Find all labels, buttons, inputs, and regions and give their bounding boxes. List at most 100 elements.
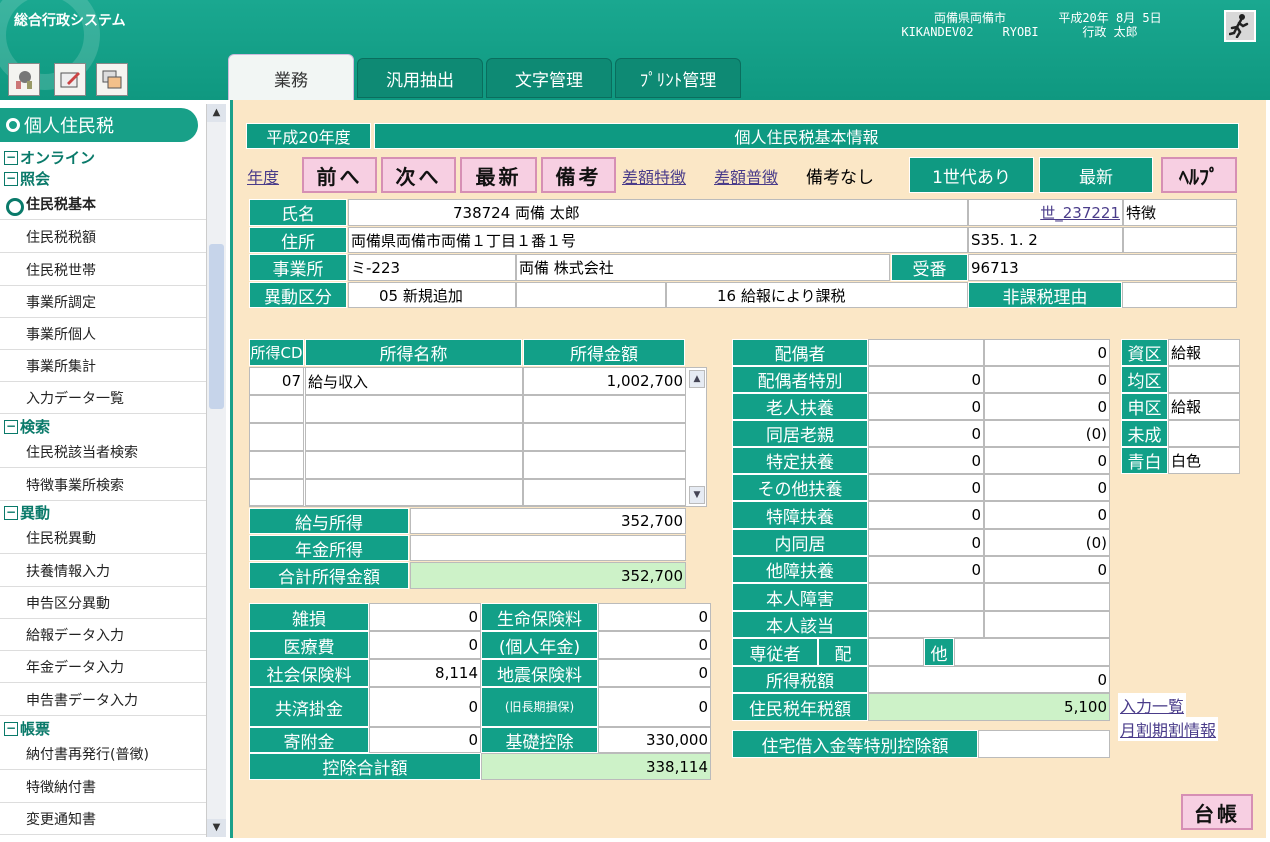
latest-button[interactable]: 最新 xyxy=(460,157,537,193)
collapse-icon: − xyxy=(4,170,18,186)
table-cell-name[interactable]: 給与収入 xyxy=(305,367,523,395)
category-value: 給報 xyxy=(1168,393,1240,420)
section-change[interactable]: − 異動 xyxy=(4,502,50,523)
deduction-total-value: 338,114 xyxy=(481,753,711,780)
sidebar-item[interactable]: 特徴事業所検索 xyxy=(0,469,206,501)
category-label: 資区 xyxy=(1121,339,1168,366)
category-value xyxy=(1168,420,1240,447)
household-link[interactable]: 世_237221 xyxy=(1040,202,1120,223)
table-cell[interactable] xyxy=(523,423,686,451)
section-ledger[interactable]: − 帳票 xyxy=(4,718,50,739)
sidebar-item[interactable]: 入力データ一覧 xyxy=(0,382,206,414)
empty-cell xyxy=(868,638,924,666)
family-worker-label: 専従者 xyxy=(732,638,818,666)
diff-tokucho-link[interactable]: 差額特徴 xyxy=(622,164,686,188)
category-value xyxy=(1168,366,1240,393)
window-stack-icon xyxy=(102,70,122,88)
deduction-label: 社会保険料 xyxy=(249,659,369,687)
resident-tax-label: 住民税年税額 xyxy=(732,693,868,721)
sidebar-item[interactable]: 住民税税額 xyxy=(0,221,206,253)
household-button[interactable]: 1世代あり xyxy=(909,157,1034,193)
change-value: 05 新規追加 xyxy=(348,282,516,308)
tab-business[interactable]: 業務 xyxy=(228,54,354,102)
edit-icon[interactable] xyxy=(54,63,86,96)
sidebar-title[interactable]: 個人住民税 xyxy=(0,108,198,142)
sidebar-item[interactable]: 申告書データ入力 xyxy=(0,684,206,716)
year-link[interactable]: 年度 xyxy=(247,164,279,188)
sidebar-item[interactable]: 年金データ入力 xyxy=(0,651,206,683)
dependent-value: 0 xyxy=(868,556,984,583)
table-cell[interactable] xyxy=(249,395,304,423)
table-cell[interactable] xyxy=(305,423,523,451)
table-cell[interactable] xyxy=(305,395,523,423)
sidebar-item[interactable]: 納付書再発行(普徴) xyxy=(0,738,206,770)
empty-cell xyxy=(1122,282,1237,308)
sidebar-item[interactable]: 事業所個人 xyxy=(0,318,206,350)
dependent-label: 配偶者特別 xyxy=(732,366,868,393)
table-cell[interactable] xyxy=(523,479,686,506)
help-button[interactable]: ﾍﾙﾌﾟ xyxy=(1161,157,1237,193)
next-button[interactable]: 次へ xyxy=(381,157,456,193)
section-inquiry[interactable]: − 照会 xyxy=(4,168,50,189)
table-cell[interactable] xyxy=(249,479,304,506)
scroll-up-icon[interactable]: ▲ xyxy=(207,104,226,122)
tab-extract[interactable]: 汎用抽出 xyxy=(357,58,483,98)
monthly-info-link[interactable]: 月割期割情報 xyxy=(1118,717,1219,741)
deduction-label: 医療費 xyxy=(249,631,369,659)
exit-button[interactable] xyxy=(1224,10,1256,42)
address-value: 両備県両備市両備１丁目１番１号 xyxy=(348,227,968,253)
diff-fucho-link[interactable]: 差額普徴 xyxy=(714,164,778,188)
sidebar-item[interactable]: 住民税異動 xyxy=(0,522,206,554)
windows-icon[interactable] xyxy=(96,63,128,96)
pension-income-value xyxy=(410,535,686,561)
table-cell[interactable] xyxy=(249,451,304,479)
housing-loan-value xyxy=(978,730,1110,758)
table-cell[interactable] xyxy=(523,395,686,423)
dependent-value: 0 xyxy=(868,420,984,447)
input-list-link[interactable]: 入力一覧 xyxy=(1118,693,1187,717)
nontax-reason-button[interactable]: 非課税理由 xyxy=(968,282,1122,308)
table-scroll-down-icon[interactable]: ▼ xyxy=(689,486,705,504)
dependent-value: 0 xyxy=(984,339,1110,366)
section-search[interactable]: − 検索 xyxy=(4,416,50,437)
sidebar-scrollbar[interactable]: ▲ ▼ xyxy=(206,104,226,837)
table-cell-amount[interactable]: 1,002,700 xyxy=(523,367,686,395)
section-online[interactable]: − オンライン xyxy=(4,147,95,168)
scroll-down-icon[interactable]: ▼ xyxy=(207,819,226,837)
tab-print[interactable]: ﾌﾟﾘﾝﾄ管理 xyxy=(615,58,741,98)
deduction-label: (個人年金) xyxy=(481,631,598,659)
sidebar-item[interactable]: 扶養情報入力 xyxy=(0,555,206,587)
table-cell[interactable] xyxy=(305,479,523,506)
table-cell[interactable] xyxy=(249,423,304,451)
deduction-value: 0 xyxy=(598,603,711,631)
deduction-label: (旧長期損保) xyxy=(481,687,598,727)
table-cell[interactable] xyxy=(523,451,686,479)
sidebar-item[interactable]: 給報データ入力 xyxy=(0,619,206,651)
sidebar-item[interactable]: 特徴納付書 xyxy=(0,771,206,803)
sidebar-item-resident-tax-basic[interactable]: 住民税基本 xyxy=(0,188,206,220)
note-button[interactable]: 備考 xyxy=(541,157,616,193)
ledger-button[interactable]: 台帳 xyxy=(1181,794,1253,830)
tools-icon[interactable] xyxy=(8,63,40,96)
deduction-label: 基礎控除 xyxy=(481,727,598,753)
tab-character[interactable]: 文字管理 xyxy=(486,58,612,98)
dependent-label: 内同居 xyxy=(732,529,868,556)
deduction-value: 0 xyxy=(598,631,711,659)
scroll-thumb[interactable] xyxy=(209,244,224,409)
resident-tax-value: 5,100 xyxy=(868,693,1110,721)
sidebar-item[interactable]: 事業所調定 xyxy=(0,286,206,318)
latest2-button[interactable]: 最新 xyxy=(1039,157,1153,193)
dependent-label: 他障扶養 xyxy=(732,556,868,583)
dependent-label: 同居老親 xyxy=(732,420,868,447)
prev-button[interactable]: 前へ xyxy=(302,157,377,193)
sidebar-item[interactable]: 住民税該当者検索 xyxy=(0,436,206,468)
note-status: 備考なし xyxy=(806,168,874,188)
sidebar-item[interactable]: 事業所集計 xyxy=(0,350,206,382)
table-scroll-up-icon[interactable]: ▲ xyxy=(689,370,705,388)
sidebar-item[interactable]: 申告区分異動 xyxy=(0,587,206,619)
sidebar-item[interactable]: 住民税世帯 xyxy=(0,254,206,286)
table-cell[interactable] xyxy=(305,451,523,479)
pension-income-label: 年金所得 xyxy=(249,535,409,561)
sidebar-item[interactable]: 変更通知書 xyxy=(0,803,206,835)
table-cell-cd[interactable]: 07 xyxy=(249,367,304,395)
